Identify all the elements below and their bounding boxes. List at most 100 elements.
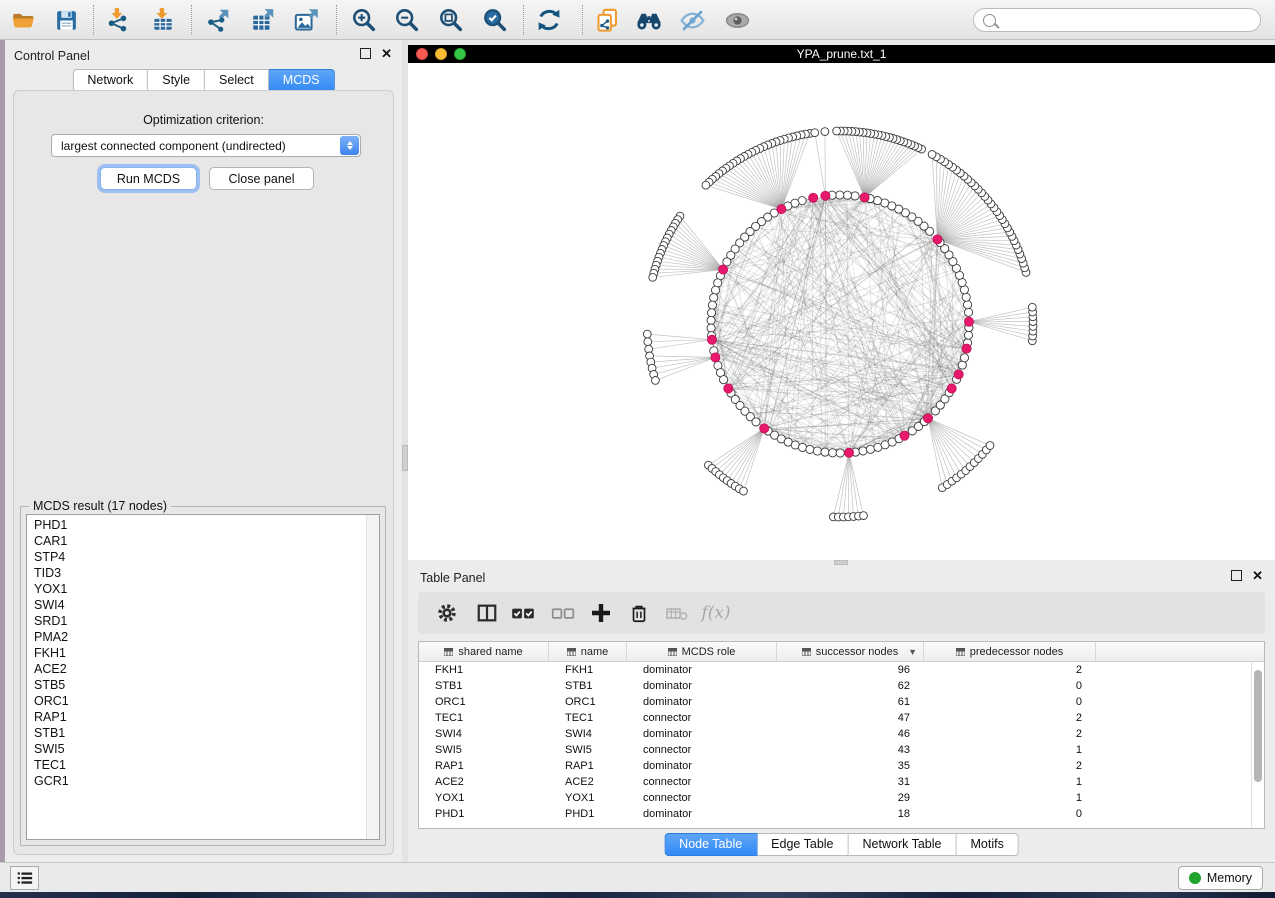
task-history-button[interactable] bbox=[10, 866, 39, 890]
split-view-icon[interactable] bbox=[472, 599, 502, 627]
graph-node[interactable] bbox=[843, 191, 851, 199]
table-row[interactable]: PHD1PHD1dominator180 bbox=[419, 806, 1251, 822]
graph-node[interactable] bbox=[928, 151, 936, 159]
column-header-successor-nodes[interactable]: successor nodes▼ bbox=[777, 642, 924, 661]
graph-node[interactable] bbox=[752, 418, 760, 426]
import-table-icon[interactable] bbox=[148, 5, 178, 35]
table-panel-float-icon[interactable] bbox=[1231, 570, 1242, 581]
mcds-result-scrollbar[interactable] bbox=[366, 515, 379, 839]
graph-node[interactable] bbox=[964, 301, 972, 309]
table-row[interactable]: TEC1TEC1connector472 bbox=[419, 710, 1251, 726]
graph-node[interactable] bbox=[960, 354, 968, 362]
search-input[interactable] bbox=[973, 8, 1261, 32]
table-panel-close-icon[interactable]: ✕ bbox=[1252, 570, 1263, 581]
table-row[interactable]: STB1STB1dominator620 bbox=[419, 678, 1251, 694]
graph-node[interactable] bbox=[821, 128, 829, 136]
graph-dominator-node[interactable] bbox=[777, 205, 786, 214]
graph-node[interactable] bbox=[707, 316, 715, 324]
zoom-fit-icon[interactable] bbox=[436, 5, 466, 35]
import-network-icon[interactable] bbox=[103, 5, 133, 35]
zoom-selected-icon[interactable] bbox=[480, 5, 510, 35]
mcds-result-item[interactable]: TID3 bbox=[27, 565, 365, 581]
graph-node[interactable] bbox=[708, 301, 716, 309]
graph-node[interactable] bbox=[806, 445, 814, 453]
graph-dominator-node[interactable] bbox=[900, 431, 909, 440]
graph-dominator-node[interactable] bbox=[947, 384, 956, 393]
mcds-result-item[interactable]: SWI4 bbox=[27, 597, 365, 613]
graph-node[interactable] bbox=[702, 181, 710, 189]
graph-node[interactable] bbox=[720, 376, 728, 384]
tab-network[interactable]: Network bbox=[72, 69, 148, 92]
column-header-shared-name[interactable]: shared name bbox=[419, 642, 549, 661]
graph-node[interactable] bbox=[643, 330, 651, 338]
export-network-icon[interactable] bbox=[203, 5, 233, 35]
close-panel-button[interactable]: Close panel bbox=[209, 167, 314, 190]
mcds-result-item[interactable]: ORC1 bbox=[27, 693, 365, 709]
table-row[interactable]: ACE2ACE2connector311 bbox=[419, 774, 1251, 790]
run-mcds-button[interactable]: Run MCDS bbox=[100, 167, 197, 190]
graph-dominator-node[interactable] bbox=[724, 384, 733, 393]
graph-node[interactable] bbox=[821, 448, 829, 456]
graph-node[interactable] bbox=[851, 192, 859, 200]
tab-style[interactable]: Style bbox=[148, 69, 205, 92]
show-details-icon[interactable] bbox=[722, 5, 752, 35]
delete-table-icon[interactable] bbox=[662, 599, 692, 627]
graph-node[interactable] bbox=[833, 127, 841, 135]
graph-node[interactable] bbox=[707, 324, 715, 332]
table-row[interactable]: FKH1FKH1dominator962 bbox=[419, 662, 1251, 678]
mcds-result-item[interactable]: RAP1 bbox=[27, 709, 365, 725]
control-panel-close-icon[interactable]: ✕ bbox=[381, 48, 392, 59]
graph-dominator-node[interactable] bbox=[844, 448, 853, 457]
mcds-result-item[interactable]: FKH1 bbox=[27, 645, 365, 661]
add-column-icon[interactable] bbox=[586, 599, 616, 627]
tab-motifs[interactable]: Motifs bbox=[956, 833, 1018, 856]
graph-node[interactable] bbox=[710, 294, 718, 302]
graph-node[interactable] bbox=[798, 443, 806, 451]
graph-node[interactable] bbox=[1028, 303, 1036, 311]
graph-node[interactable] bbox=[649, 273, 657, 281]
graph-dominator-node[interactable] bbox=[954, 370, 963, 379]
memory-button[interactable]: Memory bbox=[1178, 866, 1263, 890]
mcds-result-item[interactable]: YOX1 bbox=[27, 581, 365, 597]
hide-details-icon[interactable] bbox=[677, 5, 707, 35]
delete-column-icon[interactable] bbox=[624, 599, 654, 627]
apply-function-icon[interactable]: f(x) bbox=[701, 599, 731, 627]
table-row[interactable]: SWI5SWI5connector431 bbox=[419, 742, 1251, 758]
tab-select[interactable]: Select bbox=[205, 69, 269, 92]
tab-edge-table[interactable]: Edge Table bbox=[757, 833, 848, 856]
network-window-titlebar[interactable]: YPA_prune.txt_1 bbox=[408, 45, 1275, 63]
graph-node[interactable] bbox=[829, 449, 837, 457]
network-canvas[interactable] bbox=[408, 63, 1275, 560]
refresh-network-icon[interactable] bbox=[534, 5, 564, 35]
graph-dominator-node[interactable] bbox=[860, 193, 869, 202]
graph-node[interactable] bbox=[740, 487, 748, 495]
graph-dominator-node[interactable] bbox=[964, 317, 973, 326]
column-header-MCDS-role[interactable]: MCDS role bbox=[627, 642, 777, 661]
graph-node[interactable] bbox=[707, 309, 715, 317]
graph-node[interactable] bbox=[962, 293, 970, 301]
mcds-result-item[interactable]: TEC1 bbox=[27, 757, 365, 773]
table-row[interactable]: SWI4SWI4dominator462 bbox=[419, 726, 1251, 742]
column-header-predecessor-nodes[interactable]: predecessor nodes bbox=[924, 642, 1096, 661]
clone-network-icon[interactable] bbox=[592, 5, 622, 35]
table-row[interactable]: ORC1ORC1dominator610 bbox=[419, 694, 1251, 710]
graph-dominator-node[interactable] bbox=[719, 265, 728, 274]
tab-node-table[interactable]: Node Table bbox=[664, 833, 757, 856]
first-neighbors-icon[interactable] bbox=[634, 5, 664, 35]
graph-node[interactable] bbox=[873, 197, 881, 205]
open-session-icon[interactable] bbox=[8, 5, 38, 35]
mcds-result-item[interactable]: ACE2 bbox=[27, 661, 365, 677]
deselect-all-icon[interactable] bbox=[548, 599, 578, 627]
mcds-result-item[interactable]: SWI5 bbox=[27, 741, 365, 757]
select-all-icon[interactable] bbox=[508, 599, 538, 627]
graph-dominator-node[interactable] bbox=[962, 344, 971, 353]
criterion-select[interactable]: largest connected component (undirected) bbox=[51, 134, 361, 157]
graph-node[interactable] bbox=[836, 449, 844, 457]
graph-node[interactable] bbox=[964, 308, 972, 316]
graph-node[interactable] bbox=[866, 445, 874, 453]
graph-node[interactable] bbox=[836, 191, 844, 199]
graph-dominator-node[interactable] bbox=[933, 235, 942, 244]
graph-node[interactable] bbox=[860, 512, 868, 520]
tab-network-table[interactable]: Network Table bbox=[849, 833, 957, 856]
graph-node[interactable] bbox=[986, 442, 994, 450]
